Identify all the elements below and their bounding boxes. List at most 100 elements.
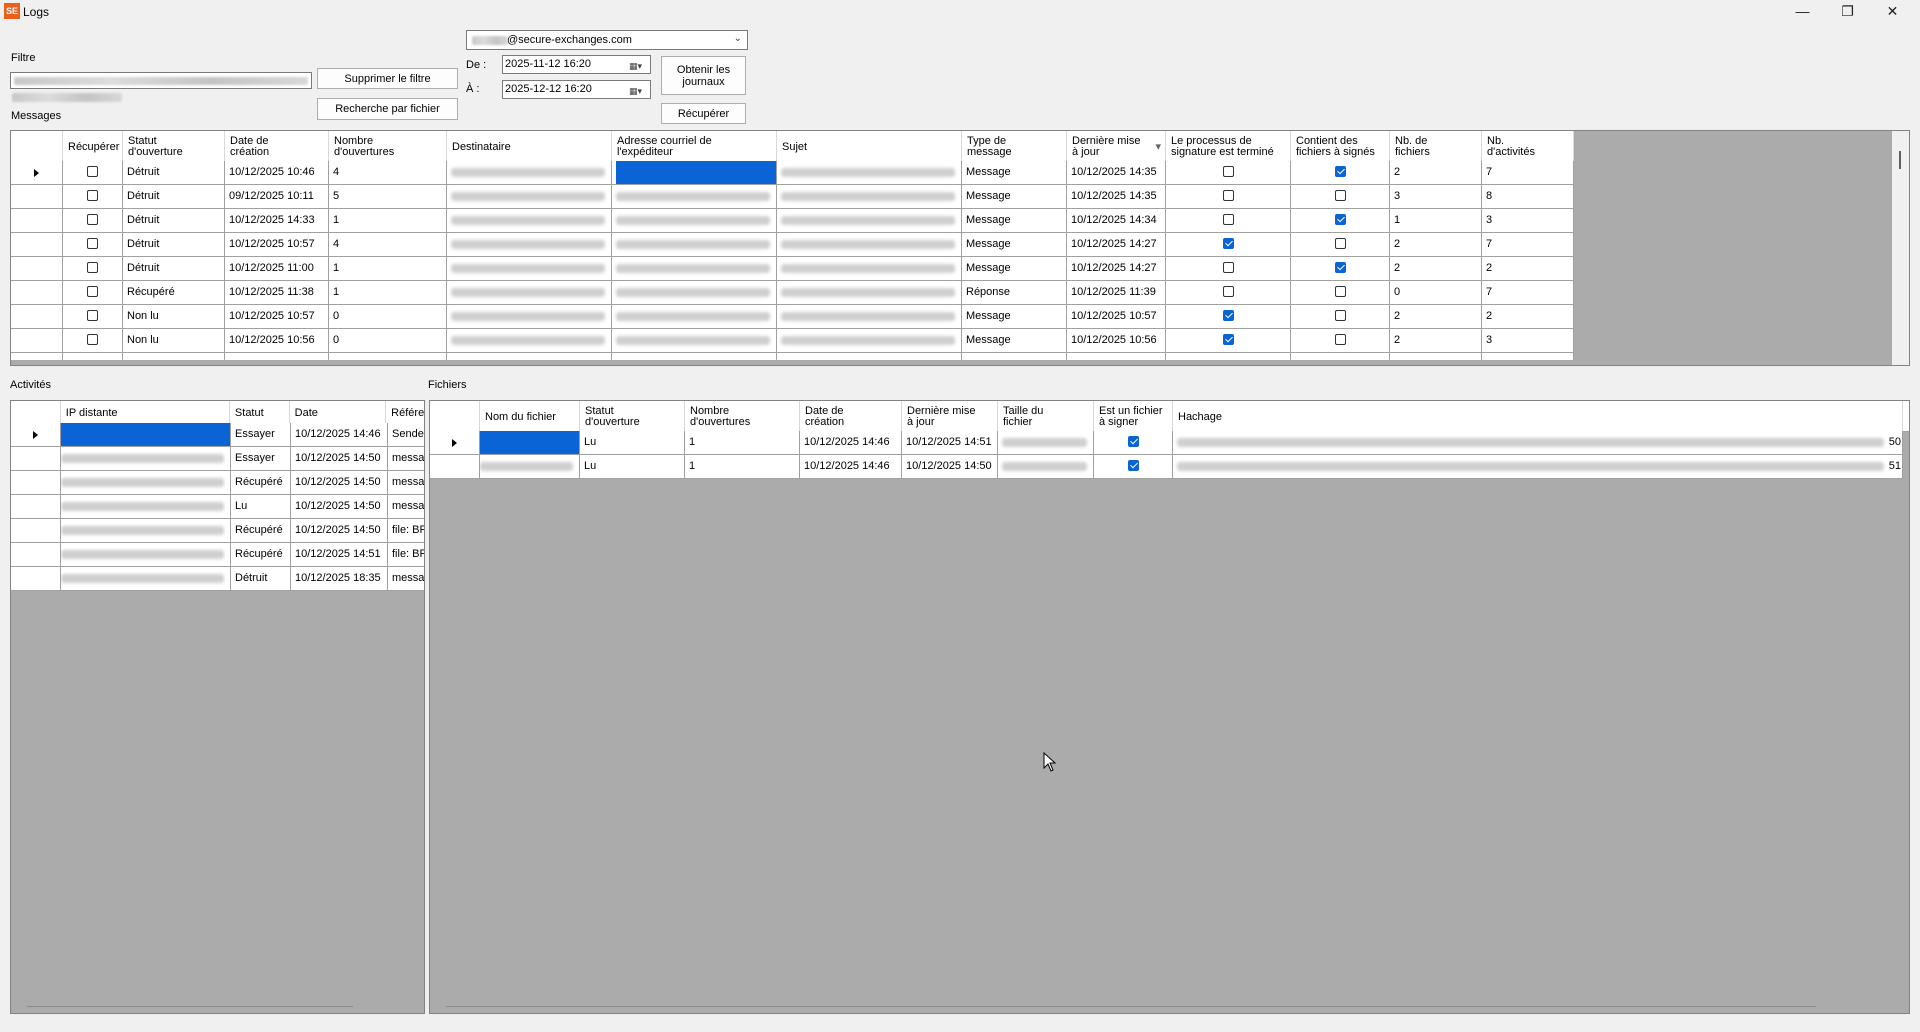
sign-done-cell[interactable]: [1166, 161, 1291, 185]
checkbox-checked[interactable]: [1222, 237, 1234, 249]
column-header[interactable]: Nombre d'ouvertures: [685, 401, 800, 431]
checkbox[interactable]: [1334, 333, 1346, 345]
minimize-icon[interactable]: —: [1780, 0, 1825, 22]
table-row[interactable]: Lu 1 10/12/2025 14:46 10/12/2025 14:50 51: [430, 455, 1903, 479]
checkbox[interactable]: [87, 285, 98, 297]
checkbox[interactable]: [87, 261, 98, 273]
row-selector[interactable]: [11, 329, 63, 353]
column-header[interactable]: Sujet: [777, 131, 962, 161]
has-sign-files-cell[interactable]: [1291, 329, 1390, 353]
get-logs-button[interactable]: Obtenir les journaux: [661, 56, 746, 95]
filter-input[interactable]: [10, 72, 312, 89]
column-header[interactable]: Statut d'ouverture: [123, 131, 225, 161]
restore-icon[interactable]: ❐: [1825, 0, 1870, 22]
row-selector[interactable]: [11, 185, 63, 209]
table-row[interactable]: Détruit 10/12/2025 10:57 4 Message 10/12/202…: [11, 233, 1574, 257]
column-header[interactable]: Récupérer: [63, 131, 123, 161]
column-header[interactable]: Dernière mise à jour: [902, 401, 998, 431]
account-select[interactable]: @secure-exchanges.com ⌄: [466, 30, 748, 50]
row-selector[interactable]: [11, 447, 61, 471]
recover-cell[interactable]: [63, 161, 123, 185]
calendar-dropdown-icon[interactable]: ▦▾: [629, 83, 647, 96]
to-sign-cell[interactable]: [1094, 431, 1173, 455]
table-row[interactable]: Détruit 10/12/2025 10:46 4 Message 10/12/202…: [11, 161, 1574, 185]
table-row[interactable]: Lu 1 10/12/2025 14:46 10/12/2025 14:51 50: [430, 431, 1903, 455]
column-header[interactable]: Statut: [230, 401, 290, 423]
table-row[interactable]: Récupéré 10/12/2025 14:51 file: BR: [11, 543, 424, 567]
from-date-picker[interactable]: 2025-11-12 16:20 ▦▾: [502, 55, 651, 74]
column-header[interactable]: Statut d'ouverture: [580, 401, 685, 431]
sign-done-cell[interactable]: [1166, 209, 1291, 233]
checkbox[interactable]: [87, 333, 98, 345]
recover-cell[interactable]: [63, 209, 123, 233]
row-selector[interactable]: [11, 567, 61, 591]
column-header[interactable]: Type de message: [962, 131, 1067, 161]
has-sign-files-cell[interactable]: [1291, 209, 1390, 233]
sign-done-cell[interactable]: [1166, 329, 1291, 353]
checkbox[interactable]: [1222, 213, 1234, 225]
checkbox[interactable]: [1222, 165, 1234, 177]
recover-cell[interactable]: [63, 281, 123, 305]
checkbox[interactable]: [87, 213, 98, 225]
row-selector[interactable]: [11, 209, 63, 233]
checkbox[interactable]: [87, 189, 98, 201]
checkbox[interactable]: [1334, 237, 1346, 249]
to-date-picker[interactable]: 2025-12-12 16:20 ▦▾: [502, 80, 651, 99]
checkbox[interactable]: [87, 165, 98, 177]
column-header[interactable]: Est un fichier à signer: [1094, 401, 1173, 431]
column-header[interactable]: Nom du fichier: [480, 401, 580, 431]
column-header[interactable]: Date de création: [225, 131, 329, 161]
table-row[interactable]: Détruit 09/12/2025 10:11 5 Message 10/12/202…: [11, 185, 1574, 209]
table-row[interactable]: Détruit 10/12/2025 11:00 1 Message 10/12/202…: [11, 257, 1574, 281]
remove-filter-button[interactable]: Supprimer le filtre: [317, 68, 458, 89]
to-sign-cell[interactable]: [1094, 455, 1173, 479]
column-header[interactable]: Date de création: [800, 401, 902, 431]
checkbox[interactable]: [1222, 285, 1234, 297]
activities-grid[interactable]: IP distante Statut Date Référe Essayer 10/12…: [10, 400, 425, 1014]
table-row[interactable]: Détruit 10/12/2025 14:33 1 Message 10/12/202…: [11, 209, 1574, 233]
calendar-dropdown-icon[interactable]: ▦▾: [629, 58, 647, 71]
table-row[interactable]: Récupéré 10/12/2025 14:50 file: BR: [11, 519, 424, 543]
column-header[interactable]: Taille du fichier: [998, 401, 1094, 431]
checkbox[interactable]: [1222, 261, 1234, 273]
table-row[interactable]: Non lu 10/12/2025 10:57 0 Message 10/12/2025…: [11, 305, 1574, 329]
table-row[interactable]: Lu10/12/2025 14:50messag: [11, 495, 424, 519]
column-header[interactable]: Le processus de signature est terminé: [1166, 131, 1291, 161]
row-selector[interactable]: [11, 161, 63, 185]
checkbox-checked[interactable]: [1127, 435, 1139, 447]
has-sign-files-cell[interactable]: [1291, 257, 1390, 281]
checkbox-checked[interactable]: [1334, 213, 1346, 225]
table-row[interactable]: Essayer 10/12/2025 14:46 Sender: [11, 423, 424, 447]
column-header[interactable]: Date: [290, 401, 387, 423]
table-row[interactable]: Détruit10/12/2025 18:35messag: [11, 567, 424, 591]
has-sign-files-cell[interactable]: [1291, 161, 1390, 185]
recover-cell[interactable]: [63, 329, 123, 353]
vertical-scrollbar[interactable]: [1892, 131, 1909, 365]
checkbox[interactable]: [1334, 285, 1346, 297]
checkbox[interactable]: [87, 309, 98, 321]
row-selector[interactable]: [430, 455, 480, 479]
has-sign-files-cell[interactable]: [1291, 305, 1390, 329]
horizontal-scrollbar[interactable]: [446, 1006, 1816, 1007]
column-header[interactable]: Dernière mise à jour ▾: [1067, 131, 1166, 161]
search-by-file-button[interactable]: Recherche par fichier: [317, 98, 458, 120]
table-row[interactable]: Essayer10/12/2025 14:50messag: [11, 447, 424, 471]
table-row[interactable]: Non lu 10/12/2025 10:56 0 Message 10/12/2025…: [11, 329, 1574, 353]
column-header[interactable]: Nb. de fichiers: [1390, 131, 1482, 161]
column-header[interactable]: IP distante: [61, 401, 230, 423]
row-selector[interactable]: [11, 543, 61, 567]
close-icon[interactable]: ✕: [1870, 0, 1915, 22]
checkbox[interactable]: [87, 237, 98, 249]
checkbox[interactable]: [1334, 309, 1346, 321]
row-selector[interactable]: [11, 257, 63, 281]
recover-cell[interactable]: [63, 305, 123, 329]
horizontal-scrollbar[interactable]: [27, 1006, 353, 1007]
row-selector[interactable]: [11, 305, 63, 329]
row-selector[interactable]: [11, 353, 63, 360]
has-sign-files-cell[interactable]: [1291, 233, 1390, 257]
sign-done-cell[interactable]: [1166, 281, 1291, 305]
row-selector[interactable]: [11, 423, 61, 447]
checkbox-checked[interactable]: [1222, 333, 1234, 345]
recover-cell[interactable]: [63, 257, 123, 281]
row-selector[interactable]: [11, 281, 63, 305]
